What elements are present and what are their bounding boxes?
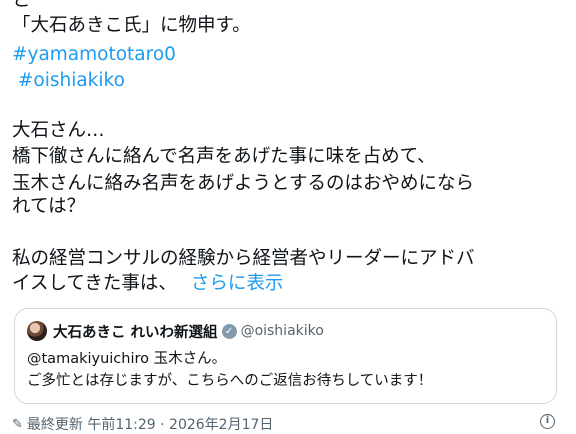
post-text-line: 大石さん… bbox=[12, 120, 105, 141]
quoted-text-line: ご多忙とは存じますが、こちらへのご返信お待ちしています！ bbox=[27, 373, 433, 389]
post-text-line: 私の経営コンサルの経験から経営者やリーダーにアドバ bbox=[12, 248, 475, 269]
edit-info: ✎ 最終更新 午前11:29 · 2026年2月17日 bbox=[12, 414, 273, 434]
avatar[interactable] bbox=[27, 321, 47, 341]
quoted-author-handle[interactable]: @oishiakiko bbox=[241, 323, 324, 339]
post-text-line: 玉木さんに絡み名声をあげようとするのはおやめになら bbox=[12, 173, 474, 194]
info-icon[interactable]: i bbox=[540, 414, 555, 429]
post-text-fragment: イスしてきた事は、 bbox=[12, 273, 177, 294]
post-text-line: 橋下徹さんに絡んで名声をあげた事に味を占めて、 bbox=[12, 146, 436, 167]
quoted-text-line: @tamakiyuichiro 玉木さん。 bbox=[27, 351, 227, 367]
quoted-post[interactable]: 大石あきこ れいわ新選組 ✓ @oishiakiko @tamakiyuichi… bbox=[14, 308, 557, 404]
last-edited-label[interactable]: 最終更新 午前11:29 · 2026年2月17日 bbox=[27, 414, 274, 434]
post: と 「大石あきこ氏」に物申す。 #yamamototaro0 #oishiaki… bbox=[0, 0, 576, 433]
post-text-line: れては？ bbox=[12, 196, 86, 217]
hashtag-link[interactable]: #yamamototaro0 bbox=[12, 42, 176, 67]
quoted-post-header: 大石あきこ れいわ新選組 ✓ @oishiakiko bbox=[27, 321, 324, 341]
post-text-line: と bbox=[12, 0, 31, 11]
hashtag-link[interactable]: #oishiakiko bbox=[12, 68, 125, 93]
post-text-line: 「大石あきこ氏」に物申す。 bbox=[12, 15, 251, 36]
verified-badge-icon: ✓ bbox=[221, 323, 237, 339]
quoted-author-name[interactable]: 大石あきこ れいわ新選組 bbox=[53, 321, 218, 342]
pencil-icon: ✎ bbox=[12, 416, 23, 432]
post-text-line-last: イスしてきた事は、 さらに表示 bbox=[12, 271, 283, 296]
show-more-link[interactable]: さらに表示 bbox=[191, 273, 284, 294]
